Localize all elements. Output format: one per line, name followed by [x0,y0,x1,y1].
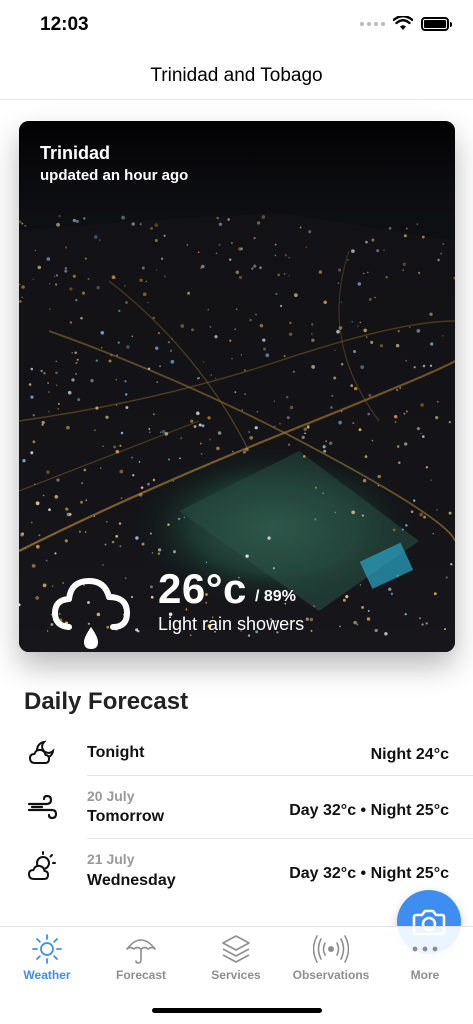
tab-services[interactable]: Services [189,931,283,987]
tab-label: Services [211,968,261,982]
home-indicator [152,1008,322,1013]
broadcast-icon [313,935,349,963]
current-temperature: 26°c [158,565,247,612]
tab-label: Observations [292,968,370,982]
layers-icon [222,935,250,963]
forecast-day: Wednesday [87,872,176,889]
umbrella-icon [126,939,156,964]
wind-icon [27,794,58,820]
wifi-icon [393,16,413,30]
cloudy-night-icon [29,740,55,764]
tab-label: More [410,968,440,982]
cellular-signal-icon [360,21,385,26]
tab-observations[interactable]: Observations [284,931,378,987]
tab-forecast[interactable]: Forecast [94,931,188,987]
forecast-temps: Night 24°c [370,746,449,763]
forecast-row-wednesday[interactable]: 21 July Wednesday Day 32°c • Night 25°c [0,839,473,902]
forecast-day: Tonight [87,744,145,761]
tab-label: Forecast [115,968,167,982]
nav-header: Trinidad and Tobago [0,52,473,100]
more-dots-icon [412,946,438,952]
forecast-temps: Day 32°c • Night 25°c [289,802,449,819]
tab-more[interactable]: More [378,931,472,987]
forecast-date: 21 July [87,851,135,867]
status-icons [360,16,452,31]
updated-time: updated an hour ago [40,167,189,184]
battery-icon [421,16,452,31]
forecast-temps: Day 32°c • Night 25°c [289,865,449,882]
location-name: Trinidad [40,143,111,163]
current-weather-card[interactable]: Trinidad updated an hour ago 26°c / 89% … [19,121,455,652]
forecast-row-tomorrow[interactable]: 20 July Tomorrow Day 32°c • Night 25°c [0,776,473,839]
tab-label: Weather [23,968,71,982]
status-time: 12:03 [40,14,89,35]
partly-cloudy-icon [28,851,56,880]
forecast-date: 20 July [87,788,135,804]
tab-weather[interactable]: Weather [0,931,94,987]
cloud-rain-icon [52,578,130,649]
daily-forecast-title: Daily Forecast [24,688,189,715]
sun-icon [32,934,62,964]
status-bar: 12:03 [0,0,473,52]
page-title: Trinidad and Tobago [150,64,323,86]
humidity: / 89% [255,588,296,605]
forecast-day: Tomorrow [87,808,165,825]
weather-condition: Light rain showers [158,614,305,634]
